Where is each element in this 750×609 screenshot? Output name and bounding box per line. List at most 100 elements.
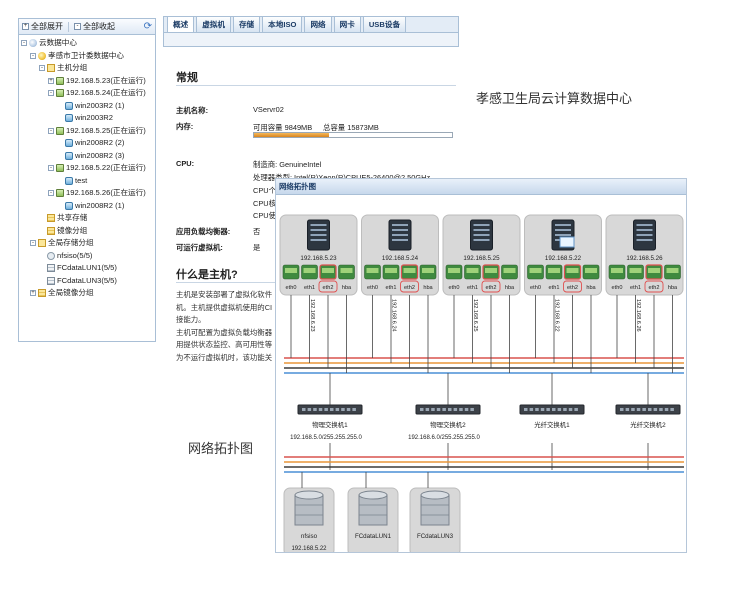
tree-node[interactable]: - 云数据中心	[19, 37, 155, 50]
memory-usage-fill	[254, 133, 330, 137]
description-line: 主机是安装部署了虚拟化软件	[176, 290, 273, 299]
host-name-value: VServr02	[253, 105, 284, 114]
collapse-icon[interactable]: -	[30, 52, 36, 59]
disk-icon	[47, 251, 55, 260]
tree-node[interactable]: win2008R2 (2)	[19, 137, 155, 150]
load-balancer-label: 应用负载均衡器:	[176, 227, 231, 236]
server-bay	[473, 224, 490, 226]
tab-5[interactable]: 网卡	[333, 16, 361, 32]
tree-node[interactable]: win2008R2 (3)	[19, 150, 155, 163]
collapse-icon[interactable]: -	[48, 190, 54, 197]
vm-icon	[65, 114, 73, 123]
tree-node-label: test	[75, 175, 88, 185]
description-line: 为不运行虚拟机时，该功能关	[176, 352, 273, 362]
nic-label: eth0	[530, 285, 541, 291]
collapse-icon[interactable]: -	[48, 127, 54, 134]
switch-port	[425, 408, 430, 411]
switch-port	[524, 408, 528, 411]
vm-icon	[65, 151, 73, 160]
nic-chip	[422, 268, 434, 273]
server-bay	[555, 229, 571, 231]
storage-name-label: FCdataLUN3	[417, 533, 454, 540]
nic-chip	[403, 268, 416, 273]
host-link-ip-label: 192.168.6.23	[309, 299, 315, 332]
tree-node-label: 主机分组	[57, 63, 88, 72]
nic-chip	[648, 268, 660, 273]
collapse-icon[interactable]: -	[21, 40, 27, 47]
tree-node[interactable]: win2003R2	[19, 112, 155, 125]
nic-chip	[585, 268, 597, 273]
vm-icon	[65, 101, 73, 110]
nic-chip	[666, 268, 679, 273]
tree-node[interactable]: win2008R2 (1)	[19, 200, 155, 213]
nic-label: hba	[342, 285, 352, 291]
tree-node-label: win2008R2 (3)	[75, 150, 125, 160]
datacenter-icon	[38, 51, 46, 60]
tree-node[interactable]: +192.168.5.23(正在运行)	[19, 75, 155, 88]
collapse-all-button[interactable]: - 全部收起	[74, 21, 115, 32]
server-bay	[555, 234, 571, 236]
tree-node-label: 全局存储分组	[48, 238, 94, 247]
description-line: 接能力。	[176, 315, 206, 324]
tree-node[interactable]: - 192.168.5.24(正在运行)	[19, 87, 155, 100]
collapse-icon[interactable]: -	[48, 165, 54, 172]
tree-node[interactable]: nfsiso(5/5)	[19, 250, 155, 263]
tree-node[interactable]: - 孝感市卫计委数据中心	[19, 50, 155, 63]
tree-node-label: 192.168.5.26(正在运行)	[66, 188, 146, 197]
expand-icon[interactable]: +	[30, 290, 36, 297]
switch-port	[352, 408, 356, 411]
tree-node-label: 192.168.5.25(正在运行)	[66, 125, 146, 135]
server-bay	[392, 229, 408, 231]
tree-node[interactable]: + 全局镜像分组	[19, 287, 155, 300]
cpu-label: CPU:	[176, 159, 195, 168]
datacenter-caption: 孝感卫生局云计算数据中心	[476, 91, 633, 106]
description-line: 机。主机提供虚拟机使用的CI	[176, 302, 273, 312]
tab-4[interactable]: 网络	[304, 16, 332, 32]
host-ip-label: 192.168.5.25	[463, 255, 500, 262]
server-bay	[555, 224, 571, 226]
tree-node[interactable]: - 主机分组	[19, 62, 155, 75]
topology-diagram: 192.168.5.23 eth0 eth1 eth2 hba 192.168.6.23 1…	[279, 214, 684, 552]
nic-label: hba	[586, 285, 596, 291]
refresh-icon[interactable]: ⟳	[144, 21, 152, 32]
topology-window-title[interactable]: 网络拓扑图	[276, 179, 686, 195]
tree-node[interactable]: - 192.168.5.22(正在运行)	[19, 162, 155, 175]
cpu-vendor: 制造商: GenuineIntel	[253, 160, 322, 169]
topology-caption: 网络拓扑图	[188, 441, 254, 456]
switch-name-label: 光纤交换机1	[534, 420, 570, 429]
tree-node[interactable]: FCdataLUN3(5/5)	[19, 275, 155, 288]
plus-icon: +	[22, 23, 29, 30]
what-is-host-title: 什么是主机?	[176, 269, 238, 281]
tab-1[interactable]: 虚拟机	[196, 16, 231, 32]
tree-node[interactable]: - 192.168.5.25(正在运行)	[19, 125, 155, 138]
switch-port	[431, 408, 435, 411]
tab-3[interactable]: 本地ISO	[262, 16, 303, 32]
collapse-icon[interactable]: -	[48, 90, 54, 97]
switch-name-label: 物理交换机1	[312, 420, 348, 429]
tree-node[interactable]: test	[19, 175, 155, 188]
collapse-icon[interactable]: -	[39, 65, 45, 72]
switch-port	[642, 408, 646, 411]
switch-port	[546, 408, 550, 411]
tree-node[interactable]: - 192.168.5.26(正在运行)	[19, 187, 155, 200]
tree-node[interactable]: 共享存储	[19, 212, 155, 225]
tab-0[interactable]: 概述	[167, 16, 195, 32]
tab-6[interactable]: USB设备	[362, 16, 407, 32]
switch-port	[648, 408, 652, 411]
memory-label: 内存:	[176, 122, 194, 131]
tree-node[interactable]: win2003R2 (1)	[19, 100, 155, 113]
lun-icon	[47, 276, 55, 285]
tree-node[interactable]: FCdataLUN1(5/5)	[19, 262, 155, 275]
tab-2[interactable]: 存储	[232, 16, 261, 32]
load-balancer-value: 否	[253, 227, 261, 236]
tree-node[interactable]: 镜像分组	[19, 225, 155, 238]
storage-icon	[38, 289, 46, 298]
collapse-icon[interactable]: -	[30, 240, 36, 247]
expand-icon[interactable]: +	[48, 77, 54, 84]
expand-all-button[interactable]: + 全部展开	[22, 21, 63, 32]
tree-node[interactable]: - 全局存储分组	[19, 237, 155, 250]
tree-node-label: win2008R2 (1)	[75, 200, 125, 210]
general-section-title: 常规	[176, 72, 198, 84]
memory-usage-bar	[253, 132, 453, 138]
tree-node-label: 云数据中心	[39, 38, 77, 47]
